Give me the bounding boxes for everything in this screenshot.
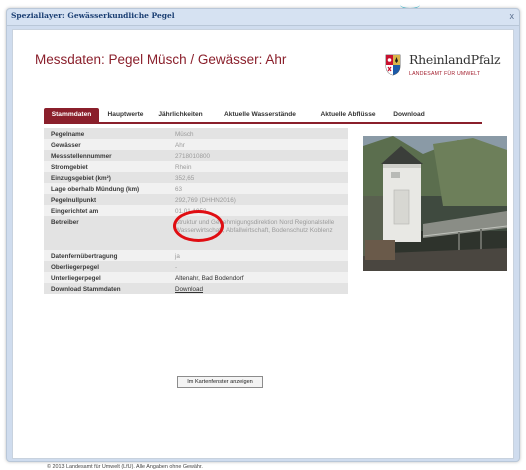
download-stammdaten-link[interactable]: Download — [175, 286, 343, 294]
window-titlebar[interactable]: Speziallayer: Gewässerkundliche Pegel x — [7, 9, 519, 26]
page-title: Messdaten: Pegel Müsch / Gewässer: Ahr — [35, 52, 287, 67]
row-value: Müsch — [175, 131, 194, 138]
row-value: 2718010800 — [175, 153, 211, 160]
row-value: ja — [175, 253, 180, 260]
close-icon[interactable]: x — [510, 11, 515, 21]
coat-of-arms-icon — [385, 54, 401, 76]
row-value: 63 — [175, 186, 183, 193]
table-row: Gewässer Ahr — [44, 139, 348, 150]
row-value: 352,65 — [175, 175, 195, 182]
row-value: Ahr — [175, 142, 185, 149]
tab-download[interactable]: Download — [388, 108, 430, 122]
row-label: Lage oberhalb Mündung (km) — [51, 186, 140, 193]
photo-illustration — [363, 136, 507, 271]
row-value: Rhein — [175, 164, 192, 171]
table-row: Einzugsgebiet (km²) 352,65 — [44, 172, 348, 183]
table-row: Pegelname Müsch — [44, 128, 348, 139]
table-row: Download Stammdaten Download — [44, 283, 348, 294]
row-label: Betreiber — [51, 219, 79, 226]
row-label: Download Stammdaten — [51, 286, 121, 293]
row-label: Datenfernübertragung — [51, 253, 118, 260]
logo-subtitle: LANDESAMT FÜR UMWELT — [409, 71, 481, 77]
highlight-circle — [173, 210, 224, 242]
table-row: Messstellennummer 2718010800 — [44, 150, 348, 161]
tab-jaehrlichkeiten[interactable]: Jährlichkeiten — [152, 108, 209, 122]
table-row: Pegelnullpunkt 292,769 (DHHN2016) — [44, 194, 348, 205]
content-pane: Messdaten: Pegel Müsch / Gewässer: Ahr R… — [12, 29, 514, 470]
tab-underline — [44, 122, 482, 124]
row-value: 292,769 (DHHN2016) — [175, 197, 236, 204]
tab-aktuelle-abfluesse[interactable]: Aktuelle Abflüsse — [311, 108, 385, 122]
tab-aktuelle-wasserstaende[interactable]: Aktuelle Wasserstände — [212, 108, 308, 122]
tab-hauptwerte[interactable]: Hauptwerte — [102, 108, 149, 122]
tab-stammdaten[interactable]: Stammdaten — [44, 108, 99, 122]
row-label: Pegelnullpunkt — [51, 197, 97, 204]
window-title: Speziallayer: Gewässerkundliche Pegel — [11, 11, 175, 20]
row-label: Stromgebiet — [51, 164, 88, 171]
row-value: - — [175, 264, 178, 271]
gauge-station-photo — [363, 136, 507, 271]
row-label: Eingerichtet am — [51, 208, 99, 215]
show-in-map-button[interactable]: Im Kartenfenster anzeigen — [177, 376, 263, 388]
row-label: Messstellennummer — [51, 153, 112, 160]
copyright-footer: © 2013 Landesamt für Umwelt (LfU). Alle … — [47, 464, 203, 470]
table-row: Stromgebiet Rhein — [44, 161, 348, 172]
row-label: Oberliegerpegel — [51, 264, 99, 271]
row-label: Einzugsgebiet (km²) — [51, 175, 111, 182]
table-row: Unterliegerpegel Altenahr, Bad Bodendorf — [44, 272, 348, 283]
rlp-logo: RheinlandPfalz LANDESAMT FÜR UMWELT — [385, 52, 505, 84]
table-row: Lage oberhalb Mündung (km) 63 — [44, 183, 348, 194]
table-row: Datenfernübertragung ja — [44, 250, 348, 261]
logo-text: RheinlandPfalz — [409, 52, 501, 67]
table-row: Oberliegerpegel - — [44, 261, 348, 272]
row-label: Gewässer — [51, 142, 81, 149]
popup-window: Speziallayer: Gewässerkundliche Pegel x … — [6, 8, 520, 470]
row-label: Pegelname — [51, 131, 85, 138]
row-label: Unterliegerpegel — [51, 275, 101, 282]
row-value: Altenahr, Bad Bodendorf — [175, 275, 244, 282]
